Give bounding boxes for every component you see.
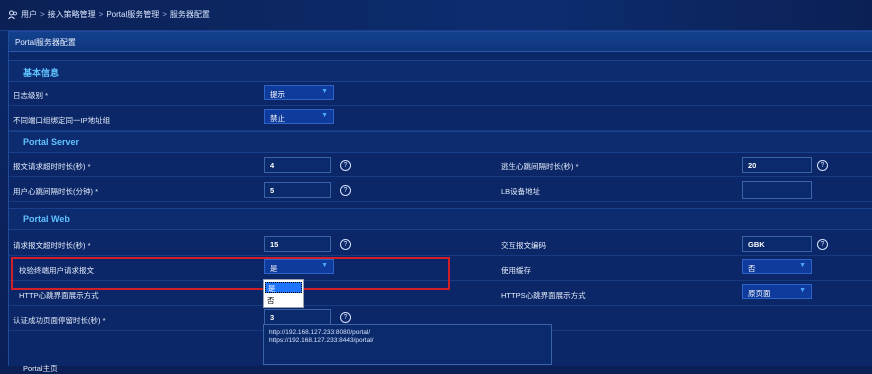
- help-icon[interactable]: ?: [340, 312, 351, 323]
- heartbeat-interval-value: 20: [748, 161, 757, 170]
- breadcrumb-separator: >: [162, 10, 167, 19]
- portal-home-url-line: https://192.168.127.233:8443/portal/: [269, 337, 374, 344]
- user-heartbeat-input[interactable]: 5: [264, 182, 331, 198]
- log-level-value: 提示: [270, 90, 285, 99]
- row-web-timeout: 请求报文超时时长(秒) * 15 ? 交互报文编码 GBK ?: [9, 231, 872, 256]
- section-title: 基本信息: [23, 68, 60, 78]
- help-icon[interactable]: ?: [340, 239, 351, 250]
- section-basic-info: 基本信息: [9, 60, 872, 82]
- help-icon[interactable]: ?: [340, 160, 351, 171]
- server-req-timeout-input[interactable]: 4: [264, 157, 331, 173]
- section-title: Portal Web: [23, 214, 70, 224]
- help-icon[interactable]: ?: [817, 239, 828, 250]
- server-req-timeout-label: 报文请求超时时长(秒) *: [13, 162, 91, 171]
- same-ip-select[interactable]: 禁止 ▼: [264, 109, 334, 124]
- panel-header: Portal服务器配置: [9, 32, 872, 52]
- auth-success-stay-input[interactable]: 3: [264, 309, 331, 325]
- check-terminal-dropdown[interactable]: 是 否: [263, 279, 304, 308]
- section-title: Portal Server: [23, 137, 80, 147]
- breadcrumb: 用户 > 接入策略管理 > Portal服务管理 > 服务器配置: [8, 9, 210, 20]
- encoding-label: 交互报文编码: [501, 241, 546, 250]
- use-cache-label: 使用缓存: [501, 266, 531, 275]
- https-heartbeat-select[interactable]: 原页面 ▼: [742, 284, 812, 299]
- server-req-timeout-value: 4: [270, 161, 275, 170]
- chevron-down-icon: ▼: [799, 262, 806, 269]
- https-heartbeat-value: 原页面: [748, 289, 771, 298]
- web-req-timeout-input[interactable]: 15: [264, 236, 331, 252]
- section-portal-web: Portal Web: [9, 208, 872, 230]
- same-ip-value: 禁止: [270, 114, 285, 123]
- user-group-icon: [8, 10, 18, 20]
- user-heartbeat-label: 用户心跳间隔时长(分钟) *: [13, 187, 98, 196]
- portal-home-url-line: http://192.168.127.233:8080/portal/: [269, 329, 371, 336]
- top-bar: 用户 > 接入策略管理 > Portal服务管理 > 服务器配置: [0, 0, 872, 31]
- breadcrumb-separator: >: [98, 10, 104, 19]
- encoding-value: GBK: [748, 240, 765, 249]
- help-icon[interactable]: ?: [817, 160, 828, 171]
- dropdown-option-no[interactable]: 否: [265, 295, 302, 306]
- heartbeat-interval-input[interactable]: 20: [742, 157, 812, 173]
- encoding-input[interactable]: GBK: [742, 236, 812, 252]
- row-same-ip: 不同端口组绑定同一IP地址组 禁止 ▼: [9, 106, 872, 131]
- use-cache-select[interactable]: 否 ▼: [742, 259, 812, 274]
- panel-title: Portal服务器配置: [15, 38, 76, 47]
- heartbeat-interval-label: 逃生心跳间隔时长(秒) *: [501, 162, 579, 171]
- http-heartbeat-label: HTTP心跳界面展示方式: [19, 291, 99, 300]
- breadcrumb-separator: >: [40, 10, 45, 19]
- auth-success-stay-label: 认证成功页面停留时长(秒) *: [13, 316, 106, 325]
- log-level-select[interactable]: 提示 ▼: [264, 85, 334, 100]
- breadcrumb-item-server-config: 服务器配置: [169, 10, 210, 19]
- use-cache-value: 否: [748, 264, 756, 273]
- chevron-down-icon: ▼: [799, 287, 806, 294]
- lb-address-input[interactable]: [742, 181, 812, 199]
- portal-home-textarea[interactable]: http://192.168.127.233:8080/portal/ http…: [263, 324, 552, 365]
- row-log-level: 日志级别 * 提示 ▼: [9, 81, 872, 106]
- breadcrumb-item-access-policy[interactable]: 接入策略管理: [48, 9, 96, 20]
- highlight-box: [11, 257, 450, 290]
- portal-server-config-panel: Portal服务器配置 基本信息 日志级别 * 提示 ▼ 不同端口组绑定同一IP…: [8, 31, 872, 373]
- web-req-timeout-label: 请求报文超时时长(秒) *: [13, 241, 91, 250]
- user-heartbeat-value: 5: [270, 186, 275, 195]
- https-heartbeat-label: HTTPS心跳界面展示方式: [501, 291, 586, 300]
- help-icon[interactable]: ?: [340, 185, 351, 196]
- section-portal-server: Portal Server: [9, 131, 872, 153]
- breadcrumb-item-portal-service[interactable]: Portal服务管理: [106, 9, 159, 20]
- same-ip-label: 不同端口组绑定同一IP地址组: [13, 116, 111, 125]
- chevron-down-icon: ▼: [321, 88, 328, 95]
- row-user-heartbeat: 用户心跳间隔时长(分钟) * 5 ? LB设备地址: [9, 177, 872, 202]
- chevron-down-icon: ▼: [321, 112, 328, 119]
- lb-address-label: LB设备地址: [501, 187, 541, 196]
- row-server-timeout: 报文请求超时时长(秒) * 4 ? 逃生心跳间隔时长(秒) * 20 ?: [9, 152, 872, 177]
- auth-success-stay-value: 3: [270, 313, 275, 322]
- log-level-label: 日志级别 *: [13, 91, 49, 100]
- breadcrumb-item-users[interactable]: 用户: [21, 9, 37, 20]
- web-req-timeout-value: 15: [270, 240, 279, 249]
- dropdown-option-yes[interactable]: 是: [265, 282, 302, 293]
